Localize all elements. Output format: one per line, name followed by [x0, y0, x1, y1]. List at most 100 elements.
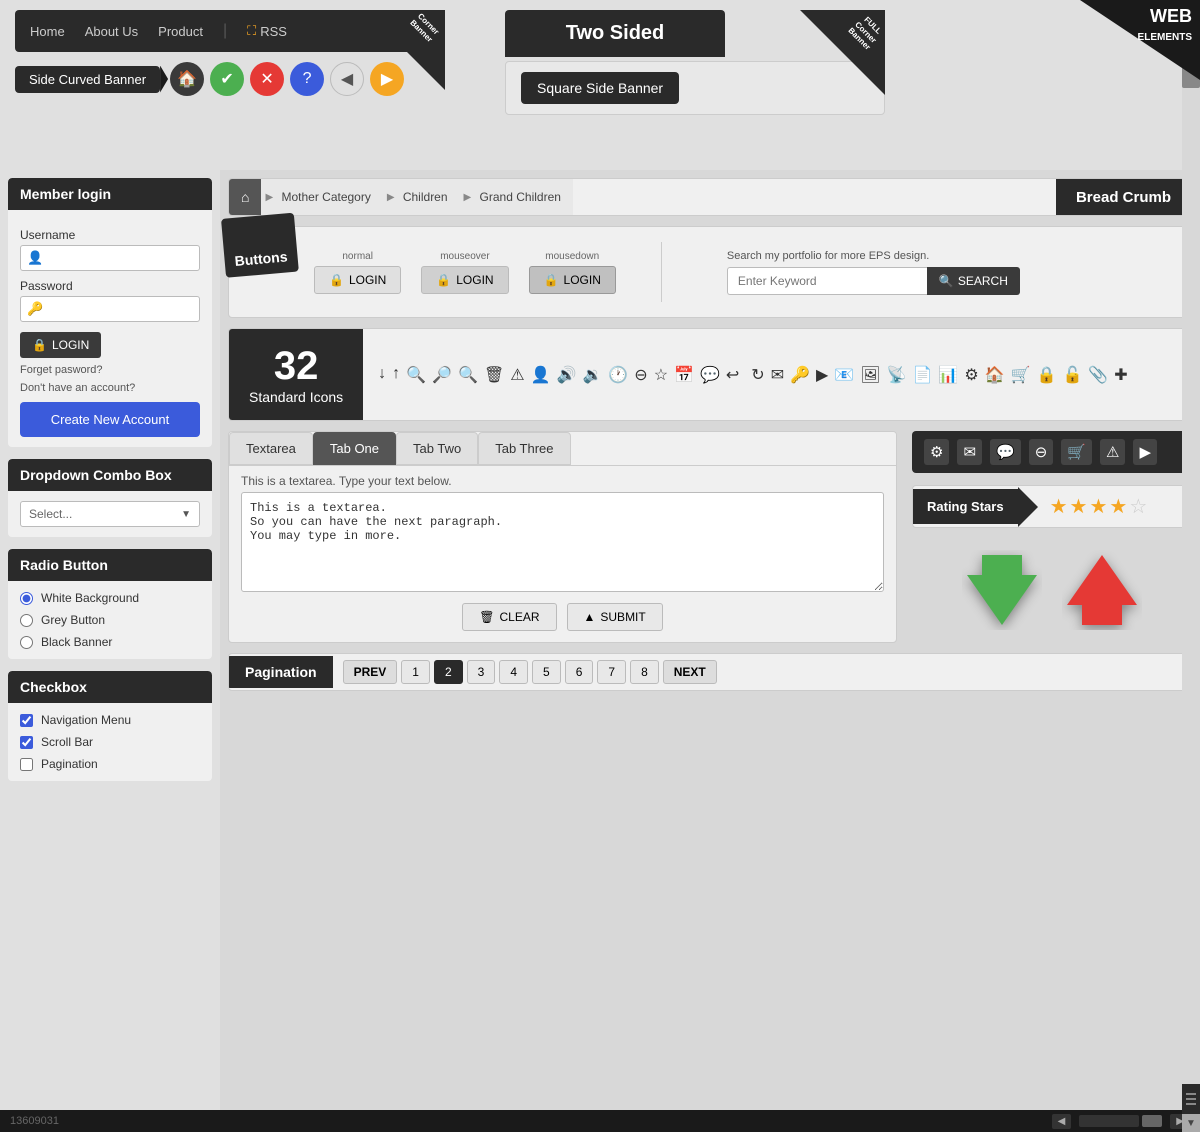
- icon-unlock[interactable]: 🔓: [1062, 365, 1082, 385]
- nav-home[interactable]: Home: [30, 24, 65, 39]
- icon-clock[interactable]: 🕐: [608, 365, 628, 385]
- icon-doc[interactable]: 📄: [912, 365, 932, 385]
- question-icon-btn[interactable]: ?: [290, 62, 324, 96]
- arrow-up-red[interactable]: [1062, 550, 1142, 633]
- nav-about[interactable]: About Us: [85, 24, 138, 39]
- icon-email[interactable]: ✉: [771, 365, 784, 385]
- bottom-bar-back[interactable]: ◀: [1052, 1114, 1072, 1129]
- member-login-body: Username 👤 Password 🔑 🔒 LOGIN Forget: [8, 210, 212, 447]
- icon-plus[interactable]: ✚: [1114, 365, 1127, 385]
- bc-item-1[interactable]: Children: [383, 179, 460, 215]
- home-icon-btn[interactable]: 🏠: [170, 62, 204, 96]
- star-4[interactable]: ★: [1109, 494, 1127, 519]
- dark-warning-icon[interactable]: ⚠: [1100, 439, 1125, 465]
- search-input[interactable]: [727, 267, 927, 295]
- page-5[interactable]: 5: [532, 660, 561, 684]
- forget-password-link[interactable]: Forget pasword?: [20, 364, 200, 376]
- icon-undo[interactable]: ↩: [726, 365, 739, 385]
- login-button[interactable]: 🔒 LOGIN: [20, 332, 101, 358]
- dark-minus-icon[interactable]: ⊖: [1029, 439, 1054, 465]
- clear-button[interactable]: 🗑 CLEAR: [462, 603, 556, 631]
- icon-gear[interactable]: ⚙: [964, 365, 978, 385]
- textarea-input[interactable]: This is a textarea. So you can have the …: [241, 492, 884, 592]
- radio-white[interactable]: [20, 592, 33, 605]
- icon-chart[interactable]: 📊: [938, 365, 958, 385]
- scrollbar-down-btn[interactable]: ▼: [1182, 1114, 1200, 1132]
- icon-key[interactable]: 🔑: [790, 365, 810, 385]
- tab-three[interactable]: Tab Three: [478, 432, 570, 465]
- star-3[interactable]: ★: [1089, 494, 1107, 519]
- icon-up[interactable]: ↑: [392, 365, 400, 385]
- icon-zoom-out[interactable]: 🔎: [432, 365, 452, 385]
- checkbox-nav[interactable]: [20, 714, 33, 727]
- icon-chat[interactable]: 💬: [700, 365, 720, 385]
- dark-cart-icon[interactable]: 🛒: [1061, 439, 1092, 465]
- next-button[interactable]: NEXT: [663, 660, 717, 684]
- close-icon-btn[interactable]: ✕: [250, 62, 284, 96]
- bc-item-2[interactable]: Grand Children: [460, 179, 573, 215]
- icon-image[interactable]: 🖼: [860, 365, 880, 385]
- page-1[interactable]: 1: [401, 660, 430, 684]
- back-icon-btn[interactable]: ◀: [330, 62, 364, 96]
- username-input[interactable]: [20, 245, 200, 271]
- icon-refresh[interactable]: ↻: [751, 365, 764, 385]
- page-2[interactable]: 2: [434, 660, 463, 684]
- icon-user[interactable]: 👤: [531, 365, 551, 385]
- icon-warning[interactable]: ⚠: [510, 365, 524, 385]
- prev-button[interactable]: PREV: [343, 660, 398, 684]
- star-2[interactable]: ★: [1070, 494, 1088, 519]
- icon-trash[interactable]: 🗑: [484, 365, 504, 385]
- icon-zoom-in[interactable]: 🔍: [406, 365, 426, 385]
- arrow-down-green[interactable]: [962, 550, 1042, 633]
- password-input[interactable]: [20, 296, 200, 322]
- search-button[interactable]: 🔍 SEARCH: [927, 267, 1020, 295]
- icon-star[interactable]: ☆: [654, 365, 668, 385]
- dark-chat-icon[interactable]: 💬: [990, 439, 1021, 465]
- check-icon-btn[interactable]: ✔: [210, 62, 244, 96]
- submit-button[interactable]: ▲ SUBMIT: [567, 603, 663, 631]
- bc-item-0[interactable]: Mother Category: [261, 179, 382, 215]
- icon-play[interactable]: ▶: [816, 365, 828, 385]
- page-8[interactable]: 8: [630, 660, 659, 684]
- nav-product[interactable]: Product: [158, 24, 203, 39]
- create-account-button[interactable]: Create New Account: [20, 402, 200, 437]
- page-6[interactable]: 6: [565, 660, 594, 684]
- icon-envelope[interactable]: 📧: [834, 365, 854, 385]
- no-account-link[interactable]: Don't have an account?: [20, 382, 200, 394]
- radio-black[interactable]: [20, 636, 33, 649]
- checkbox-scroll[interactable]: [20, 736, 33, 749]
- icon-paperclip[interactable]: 📎: [1088, 365, 1108, 385]
- checkbox-section: Checkbox Navigation Menu Scroll Bar Pagi…: [8, 671, 212, 781]
- dark-play-icon[interactable]: ▶: [1133, 439, 1157, 465]
- icon-volume[interactable]: 🔊: [557, 365, 577, 385]
- btn-mouseover[interactable]: 🔒 LOGIN: [421, 266, 508, 294]
- dark-gear-icon[interactable]: ⚙: [924, 439, 949, 465]
- tab-two[interactable]: Tab Two: [396, 432, 478, 465]
- dropdown-select[interactable]: Select... ▼: [20, 501, 200, 527]
- tab-one[interactable]: Tab One: [313, 432, 396, 465]
- icon-calendar[interactable]: 📅: [674, 365, 694, 385]
- btn-mousedown[interactable]: 🔒 LOGIN: [529, 266, 616, 294]
- page-3[interactable]: 3: [467, 660, 496, 684]
- scrollbar-middle-btn[interactable]: [1182, 1084, 1200, 1114]
- checkbox-pagination[interactable]: [20, 758, 33, 771]
- radio-grey[interactable]: [20, 614, 33, 627]
- tab-textarea[interactable]: Textarea: [229, 432, 313, 465]
- star-1[interactable]: ★: [1050, 494, 1068, 519]
- icon-minus-circle[interactable]: ⊖: [634, 365, 647, 385]
- page-7[interactable]: 7: [597, 660, 626, 684]
- icon-vol-low[interactable]: 🔉: [582, 365, 602, 385]
- icon-search[interactable]: 🔍: [458, 365, 478, 385]
- icon-rss[interactable]: 📡: [887, 365, 907, 385]
- star-5[interactable]: ☆: [1129, 494, 1147, 519]
- icon-cart[interactable]: 🛒: [1011, 365, 1031, 385]
- icon-down[interactable]: ↓: [378, 365, 386, 385]
- icon-lock[interactable]: 🔒: [1037, 365, 1057, 385]
- bc-home-icon[interactable]: ⌂: [229, 179, 261, 215]
- page-4[interactable]: 4: [499, 660, 528, 684]
- icon-home[interactable]: 🏠: [985, 365, 1005, 385]
- bottom-thumb[interactable]: [1142, 1115, 1162, 1127]
- btn-normal[interactable]: 🔒 LOGIN: [314, 266, 401, 294]
- nav-rss[interactable]: ⛶ RSS: [247, 23, 287, 39]
- dark-email-icon[interactable]: ✉: [957, 439, 982, 465]
